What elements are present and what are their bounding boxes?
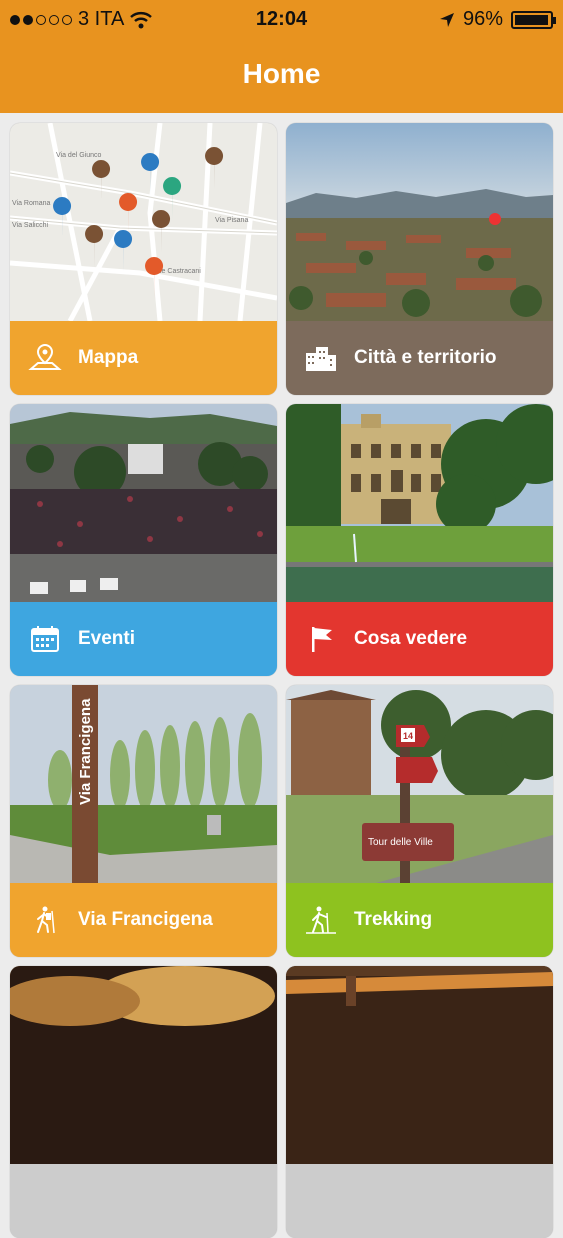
- tile-via-francigena[interactable]: Via Francigena Via Francigena: [10, 685, 277, 957]
- event-crowd-photo: [10, 404, 277, 602]
- tile-mappa-bar: Mappa: [10, 321, 277, 395]
- tile-label: Cosa vedere: [354, 628, 468, 649]
- villa-photo: [286, 404, 553, 602]
- tile-label: Eventi: [78, 628, 136, 649]
- battery-icon: [511, 10, 556, 29]
- city-landscape-photo: [286, 123, 553, 321]
- tile-interior-partial[interactable]: [286, 966, 553, 1238]
- status-bar: 3 ITA 12:04 96%: [0, 0, 563, 38]
- tile-citta-territorio[interactable]: Città e territorio: [286, 123, 553, 395]
- tile-label: Via Francigena: [78, 909, 213, 930]
- tile-eventi-bar: Eventi: [10, 602, 277, 676]
- calendar-icon: [31, 626, 59, 652]
- signpost-text: Tour delle Ville: [368, 837, 433, 848]
- map-street-label: Via del Giunco: [56, 152, 102, 159]
- trekker-icon: [306, 906, 336, 934]
- battery-percentage: 96%: [462, 8, 503, 30]
- tile-label: Trekking: [354, 909, 433, 930]
- interior-photo: [286, 966, 553, 1164]
- location-arrow-icon: [439, 12, 454, 27]
- tile-eventi[interactable]: Eventi: [10, 404, 277, 676]
- tile-label: Città e territorio: [354, 347, 497, 368]
- page-title: Home: [242, 58, 321, 89]
- tile-food-partial[interactable]: [10, 966, 277, 1238]
- tile-mappa[interactable]: Via del Giunco Via Romana Via Salicchi V…: [10, 123, 277, 395]
- map-street-label: Via Romana: [12, 200, 51, 207]
- home-grid: Via del Giunco Via Romana Via Salicchi V…: [0, 113, 563, 1238]
- banner-text: Via Francigena: [77, 698, 94, 805]
- tile-trekking[interactable]: 14 Tour delle Ville Trekking: [286, 685, 553, 957]
- map-icon: [28, 343, 62, 370]
- tile-cosa-vedere-bar: Cosa vedere: [286, 602, 553, 676]
- tile-via-francigena-bar: Via Francigena: [10, 883, 277, 957]
- trekking-signpost-photo: 14 Tour delle Ville: [286, 685, 553, 883]
- buildings-icon: [306, 347, 336, 371]
- via-francigena-photo: Via Francigena: [10, 685, 277, 883]
- signpost-number: 14: [403, 731, 413, 741]
- flag-icon: [312, 627, 332, 652]
- food-photo: [10, 966, 277, 1164]
- map-preview: Via del Giunco Via Romana Via Salicchi V…: [10, 123, 277, 321]
- tile-citta-bar: Città e territorio: [286, 321, 553, 395]
- app-header: 3 ITA 12:04 96% Home: [0, 0, 563, 113]
- map-street-label: Via Pisana: [215, 217, 248, 224]
- tile-trekking-bar: Trekking: [286, 883, 553, 957]
- hiker-icon: [37, 906, 55, 934]
- tile-cosa-vedere[interactable]: Cosa vedere: [286, 404, 553, 676]
- hot-air-balloon: [489, 213, 501, 225]
- map-street-label: Via Salicchi: [12, 222, 49, 229]
- tile-label: Mappa: [78, 347, 139, 368]
